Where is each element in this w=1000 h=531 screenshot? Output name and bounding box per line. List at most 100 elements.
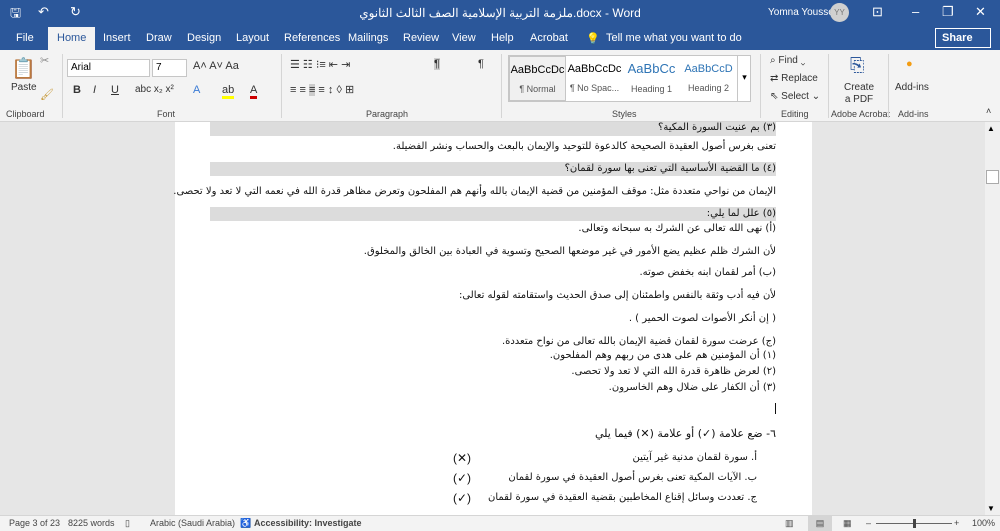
doc-line: لأن فيه أدب وثقة بالنفس واطمئنان إلى صدق… [458, 290, 776, 301]
check-mark: (✓) [453, 471, 472, 485]
tab-mailings[interactable]: Mailings [348, 32, 388, 44]
tab-review[interactable]: Review [403, 32, 439, 44]
text-effects-icon[interactable]: A [193, 84, 200, 96]
tab-acrobat[interactable]: Acrobat [530, 32, 568, 44]
style-no-spacing[interactable]: AaBbCcDc ¶ No Spac... [566, 56, 623, 101]
tab-draw[interactable]: Draw [146, 32, 172, 44]
group-addins: Add-ins [898, 109, 929, 119]
highlight-icon[interactable]: ab [222, 84, 235, 99]
cut-icon[interactable]: ✂ [40, 54, 49, 67]
align-icon[interactable]: ≡ ≡ ≡ ≡ ↕ ◊ ⊞ [290, 83, 354, 96]
doc-line: لأن الشرك ظلم عظيم يضع الأمور في غير موض… [363, 246, 776, 257]
web-layout-icon[interactable]: ▦ [843, 518, 852, 529]
select-button[interactable]: ⇖ Select ⌄ [770, 91, 820, 102]
doc-line: (أ) نهى الله تعالى عن الشرك به سبحانه وت… [578, 223, 776, 234]
group-styles: Styles [612, 109, 637, 119]
replace-button[interactable]: ⇄ Replace [770, 73, 818, 84]
share-button[interactable]: Share [935, 28, 991, 48]
tab-references[interactable]: References [284, 32, 340, 44]
rtl-icon[interactable]: ¶ [434, 58, 440, 70]
strikethrough-button[interactable]: abc x₂ x² [135, 84, 174, 95]
accessibility-status[interactable]: Accessibility: Investigate [254, 518, 362, 528]
grow-font-icon[interactable]: A˄ A˅ Aa [193, 60, 239, 72]
language[interactable]: Arabic (Saudi Arabia) [150, 518, 235, 528]
read-mode-icon[interactable]: ▥ [785, 518, 794, 529]
format-painter-icon[interactable]: 🖌 [40, 88, 54, 101]
zoom-level[interactable]: 100% [972, 518, 995, 528]
styles-more-icon[interactable]: ▾ [737, 56, 751, 101]
avatar[interactable]: YY [830, 3, 849, 22]
tab-layout[interactable]: Layout [236, 32, 269, 44]
vertical-scrollbar[interactable]: ▲ ▼ [985, 122, 1000, 515]
doc-line: (ب) أمر لقمان ابنه بخفض صوته. [639, 267, 776, 278]
scroll-up-icon[interactable]: ▲ [987, 124, 995, 133]
ribbon-tabs: File Home Insert Draw Design Layout Refe… [0, 25, 1000, 50]
pdf-icon[interactable]: ⎘ [850, 55, 864, 76]
question-6: ٦- ضع علامة (✓) أو علامة (✕) فيما يلي [594, 427, 776, 440]
close-icon[interactable]: ✕ [975, 4, 986, 20]
doc-line: (٣) أن الكفار على ضلال وهم الخاسرون. [608, 382, 776, 393]
font-name-select[interactable]: Arial [67, 59, 150, 77]
paste-icon[interactable]: 📋 [11, 56, 36, 81]
user-name[interactable]: Yomna Youssef [768, 7, 837, 18]
font-color-icon[interactable]: A [250, 84, 258, 99]
show-marks-icon[interactable]: ¶ [478, 58, 484, 70]
ribbon-display-icon[interactable]: ⊡ [872, 4, 883, 20]
font-size-select[interactable]: 7 [152, 59, 187, 77]
group-paragraph: Paragraph [366, 109, 409, 119]
check-mark: (✓) [453, 491, 472, 505]
page-count[interactable]: Page 3 of 23 [9, 518, 60, 528]
cross-mark: (✕) [453, 451, 472, 465]
style-heading-2[interactable]: AaBbCcD Heading 2 [680, 56, 737, 101]
restore-icon[interactable]: ❐ [942, 4, 954, 20]
zoom-slider-thumb[interactable] [913, 519, 916, 528]
tab-file[interactable]: File [16, 32, 34, 44]
group-clipboard: Clipboard [6, 109, 45, 119]
question-3: (٣) بم عنيت السورة المكية؟ [658, 122, 776, 133]
doc-line: ( إن أنكر الأصوات لصوت الحمير ) . [628, 313, 776, 324]
minimize-icon[interactable]: – [912, 4, 919, 19]
window-title: ملزمة التربية الإسلامية الصف الثالث الثا… [359, 6, 641, 20]
addins-icon[interactable]: ● [906, 58, 913, 70]
addins-button[interactable]: Add-ins [895, 82, 929, 93]
true-false-item: أ. سورة لقمان مدنية غير آيتين [632, 452, 757, 463]
zoom-out-button[interactable]: – [866, 518, 871, 528]
group-editing: Editing [781, 109, 809, 119]
text-cursor [775, 403, 776, 414]
italic-button[interactable]: I [93, 84, 96, 96]
status-bar: Page 3 of 23 8225 words ▯ Arabic (Saudi … [0, 515, 1000, 531]
proofing-icon[interactable]: ▯ [125, 518, 130, 529]
find-button[interactable]: ⌕ Find ⌄ [770, 55, 805, 66]
tell-me-search[interactable]: Tell me what you want to do [606, 32, 742, 44]
tab-help[interactable]: Help [491, 32, 514, 44]
zoom-in-button[interactable]: + [954, 518, 959, 528]
bullets-icon[interactable]: ☰ ☷ ⁝≡ ⇤ ⇥ [290, 58, 350, 71]
tab-design[interactable]: Design [187, 32, 221, 44]
underline-button[interactable]: U [111, 84, 119, 96]
true-false-item: ب. الآيات المكية تعنى بغرس أصول العقيدة … [508, 472, 757, 483]
collapse-ribbon-icon[interactable]: ˄ [986, 106, 991, 116]
paste-button[interactable]: Paste [11, 82, 37, 93]
accessibility-icon[interactable]: ♿ [240, 518, 251, 529]
bold-button[interactable]: B [73, 84, 81, 96]
answer-3: تعنى بغرس أصول العقيدة الصحيحة كالدعوة ل… [392, 141, 776, 152]
true-false-item: ج. تعددت وسائل إقناع المخاطبين بقضية الع… [488, 492, 757, 503]
tab-view[interactable]: View [452, 32, 476, 44]
create-pdf-button[interactable]: Create a PDF [843, 82, 875, 106]
question-5: (٥) علل لما يلي: [706, 208, 776, 219]
question-4: (٤) ما القضية الأساسية التي تعنى بها سور… [564, 163, 776, 174]
style-heading-1[interactable]: AaBbCc Heading 1 [623, 56, 680, 101]
lightbulb-icon: 💡 [586, 33, 600, 45]
word-count[interactable]: 8225 words [68, 518, 115, 528]
style-normal[interactable]: AaBbCcDc ¶ Normal [509, 56, 566, 101]
scroll-down-icon[interactable]: ▼ [987, 504, 995, 513]
scrollbar-thumb[interactable] [986, 170, 999, 184]
answer-4: الإيمان من نواحي متعددة مثل: موقف المؤمن… [173, 186, 776, 197]
ribbon: 📋 Paste ✂ 🖌 Clipboard Arial 7 A˄ A˅ Aa B… [0, 50, 1000, 122]
doc-line: (٢) لعرض ظاهرة قدرة الله التي لا تعد ولا… [571, 366, 776, 377]
tab-home[interactable]: Home [48, 27, 96, 50]
doc-line: (١) أن المؤمنين هم على هدى من ربهم وهم ا… [549, 350, 776, 361]
print-layout-icon[interactable]: ▤ [808, 516, 832, 531]
tab-insert[interactable]: Insert [103, 32, 131, 44]
group-adobe-acrobat: Adobe Acrobat [831, 109, 891, 119]
